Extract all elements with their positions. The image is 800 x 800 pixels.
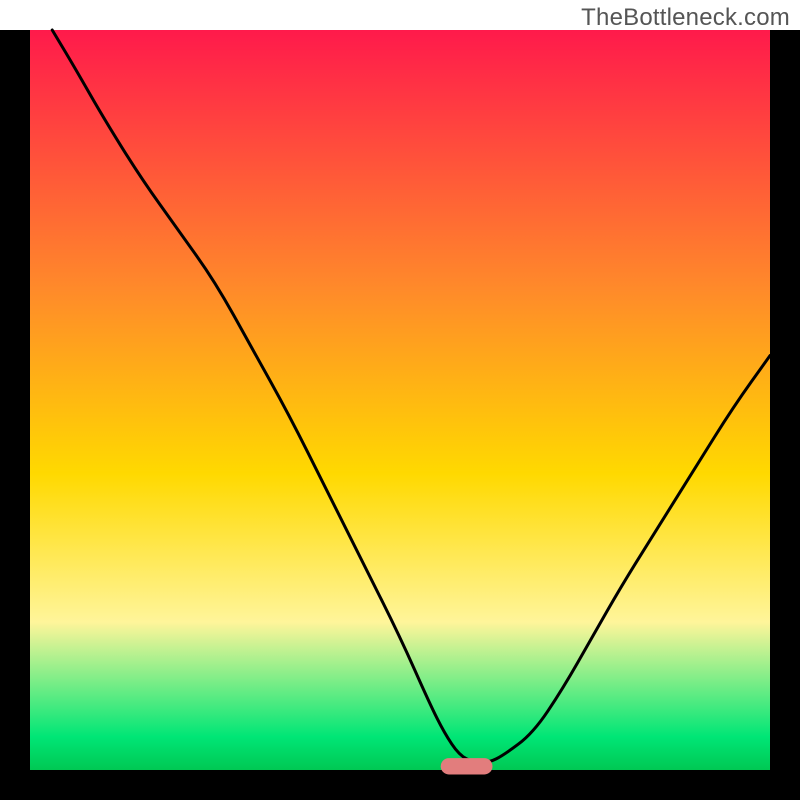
axis-frame: [770, 30, 800, 770]
bottleneck-chart: [0, 0, 800, 800]
axis-frame: [0, 30, 30, 770]
optimal-region-marker: [441, 758, 493, 774]
watermark-text: TheBottleneck.com: [581, 4, 790, 32]
axis-frame: [0, 770, 800, 800]
plot-background: [30, 30, 770, 770]
chart-canvas: TheBottleneck.com: [0, 0, 800, 800]
